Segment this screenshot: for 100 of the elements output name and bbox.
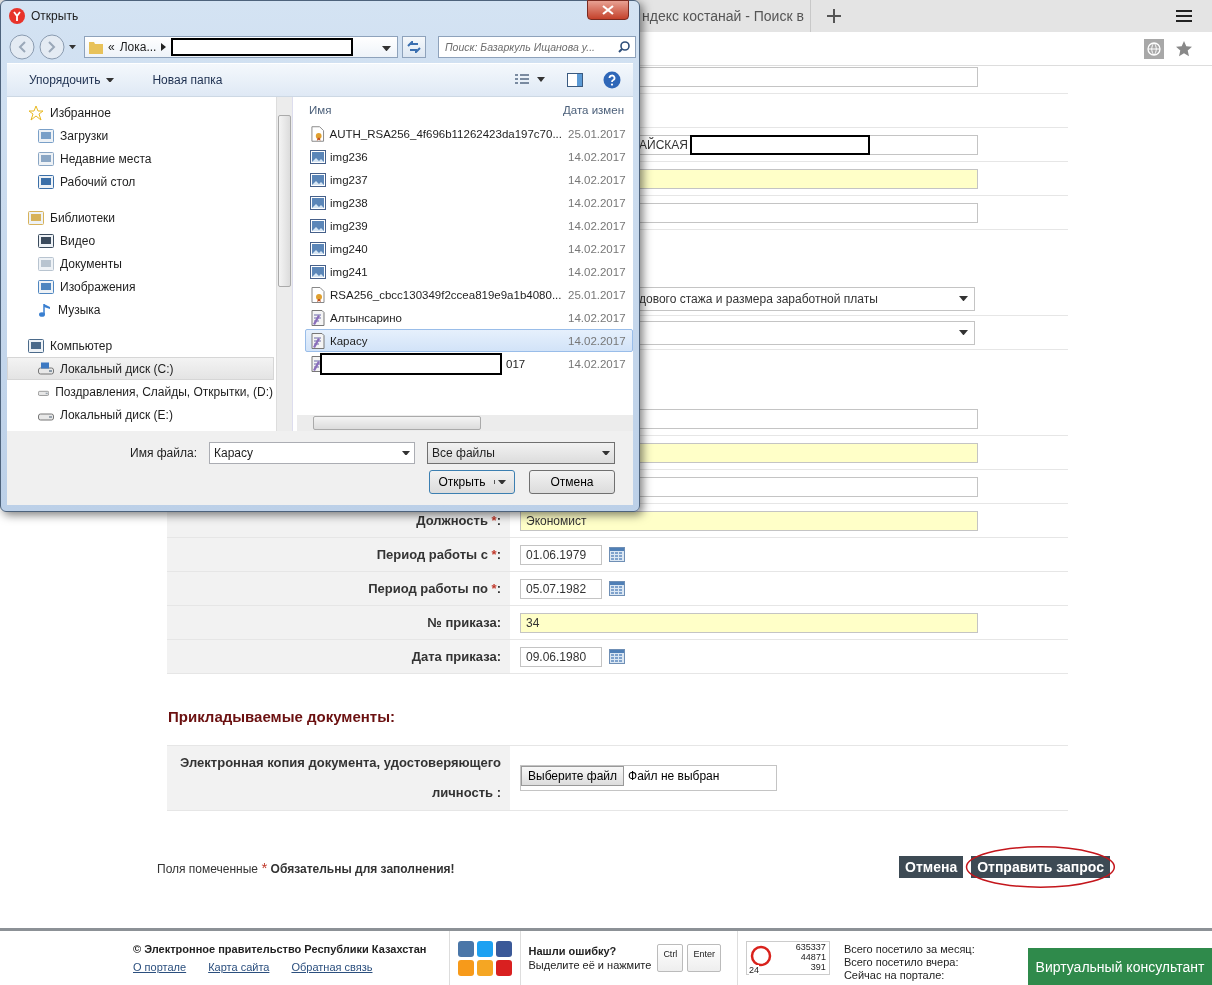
file-input[interactable]: Выберите файл Файл не выбран: [520, 765, 777, 791]
certificate-file-icon: [310, 286, 326, 303]
globe-icon[interactable]: [1144, 38, 1164, 59]
nav-tree-item[interactable]: Документы: [7, 252, 274, 275]
nav-tree-item[interactable]: Компьютер: [7, 334, 274, 357]
back-button-icon[interactable]: [9, 34, 35, 60]
required-note: Поля помеченные * Обязательны для заполнения!: [157, 858, 455, 876]
error-text: Выделите её и нажмите: [528, 959, 652, 971]
section-heading: Прикладываемые документы:: [168, 708, 396, 725]
search-icon: [618, 41, 630, 53]
close-button[interactable]: [587, 0, 629, 20]
text-field[interactable]: Экономист: [520, 510, 978, 531]
calendar-icon[interactable]: [609, 547, 625, 562]
choose-file-button[interactable]: Выберите файл: [521, 766, 625, 786]
field-label: личность :: [432, 784, 501, 802]
date-field[interactable]: 09.06.1980: [520, 646, 602, 667]
field-label: Период работы по *:: [167, 572, 510, 605]
nav-tree-item[interactable]: Локальный диск (E:): [7, 403, 274, 426]
nav-tree-item[interactable]: Библиотеки: [7, 206, 274, 229]
star-icon[interactable]: [1176, 40, 1192, 57]
field-label: № приказа:: [167, 606, 510, 639]
key-cap: Enter: [687, 944, 721, 972]
calendar-icon[interactable]: [609, 649, 625, 664]
footer-link[interactable]: О портале: [133, 961, 187, 973]
chevron-right-icon: [161, 43, 167, 51]
field-label: Электронная копия документа, удостоверяющего: [180, 754, 501, 772]
file-status: Файл не выбран: [627, 768, 721, 785]
file-row[interactable]: img238 14.02.2017: [305, 191, 633, 214]
file-row[interactable]: img241 14.02.2017: [305, 260, 633, 283]
column-header[interactable]: Имя: [297, 103, 563, 116]
column-header[interactable]: Дата измен: [563, 103, 624, 116]
document-file-icon: [310, 309, 326, 326]
nav-tree-item[interactable]: Музыка: [7, 298, 274, 321]
help-icon[interactable]: [603, 71, 621, 89]
address-bar[interactable]: « Лока...: [84, 36, 398, 58]
caret-icon: [69, 44, 76, 50]
visit-counter: 24 635337 44871 391: [745, 941, 830, 975]
nav-tree-item[interactable]: Видео: [7, 229, 274, 252]
form-button[interactable]: Отмена: [899, 856, 964, 878]
filename-field[interactable]: Карасу: [209, 442, 415, 464]
text-field[interactable]: 34: [520, 612, 978, 633]
date-field[interactable]: 01.06.1979: [520, 544, 602, 565]
menu-icon[interactable]: [1176, 10, 1192, 22]
nav-tree-item[interactable]: Избранное: [7, 101, 274, 124]
caret-icon: [382, 45, 391, 51]
preview-pane-icon[interactable]: [567, 73, 583, 87]
file-row[interactable]: img240 14.02.2017: [305, 237, 633, 260]
view-options-icon[interactable]: [515, 74, 547, 86]
refresh-button[interactable]: [402, 36, 426, 58]
nav-tree-item[interactable]: Локальный диск (C:): [7, 357, 274, 380]
file-row[interactable]: Карасу 14.02.2017: [305, 329, 633, 352]
refresh-icon: [406, 41, 422, 53]
new-folder-button[interactable]: Новая папка: [148, 71, 227, 89]
calendar-icon[interactable]: [609, 581, 625, 596]
image-file-icon: [310, 241, 326, 256]
caret-icon: [959, 329, 968, 336]
caret-icon: [602, 450, 610, 456]
date-field[interactable]: 05.07.1982: [520, 578, 602, 599]
scrollbar[interactable]: [276, 97, 292, 431]
form-button[interactable]: Отправить запрос: [971, 856, 1110, 878]
stat-label: Всего посетило вчера:: [843, 955, 960, 969]
cancel-button[interactable]: Отмена: [529, 470, 615, 494]
footer-link[interactable]: Карта сайта: [208, 961, 270, 973]
scrollbar[interactable]: [297, 415, 633, 431]
star-icon: [28, 104, 44, 121]
caret-icon: [959, 295, 968, 302]
search-field[interactable]: Поиск: Базаркуль Ищанова у...: [438, 36, 636, 58]
nav-tree-item[interactable]: Недавние места: [7, 147, 274, 170]
plus-icon[interactable]: [827, 9, 841, 23]
nav-tree-item[interactable]: Изображения: [7, 275, 274, 298]
field-label: Период работы с *:: [167, 538, 510, 571]
footer-link[interactable]: Обратная связь: [291, 961, 373, 973]
organize-button[interactable]: Упорядочить: [25, 71, 119, 89]
stat-label: Сейчас на портале:: [843, 968, 946, 982]
forward-button-icon[interactable]: [39, 34, 65, 60]
nav-tree-item[interactable]: Поздравления, Слайды, Открытки, (D:): [7, 380, 274, 403]
consultant-button[interactable]: Виртуальный консультант: [1028, 948, 1212, 985]
folder-icon: [89, 40, 103, 54]
field-label: Дата приказа:: [167, 640, 510, 673]
stat-label: Всего посетило за месяц:: [843, 942, 975, 956]
file-row[interactable]: 017 14.02.2017: [305, 352, 633, 375]
file-row[interactable]: img237 14.02.2017: [305, 168, 633, 191]
caret-icon: [402, 450, 410, 456]
error-title: Нашли ошибку?: [528, 945, 618, 957]
file-row[interactable]: img239 14.02.2017: [305, 214, 633, 237]
close-icon: [602, 5, 614, 15]
music-note-icon: [38, 301, 52, 318]
desktop-icon: [38, 174, 54, 189]
filetype-dropdown[interactable]: Все файлы: [427, 442, 615, 464]
browser-logo-icon: [9, 8, 25, 24]
social-icon[interactable]: [495, 959, 512, 976]
document-file-icon: [310, 332, 326, 349]
open-button[interactable]: Открыть: [429, 470, 515, 494]
social-icon[interactable]: [476, 940, 493, 957]
nav-tree-item[interactable]: Рабочий стол: [7, 170, 274, 193]
certificate-file-icon: [310, 125, 326, 142]
social-icon[interactable]: [495, 940, 512, 957]
nav-tree-item[interactable]: Загрузки: [7, 124, 274, 147]
social-icon[interactable]: [457, 940, 474, 957]
image-file-icon: [310, 195, 326, 210]
